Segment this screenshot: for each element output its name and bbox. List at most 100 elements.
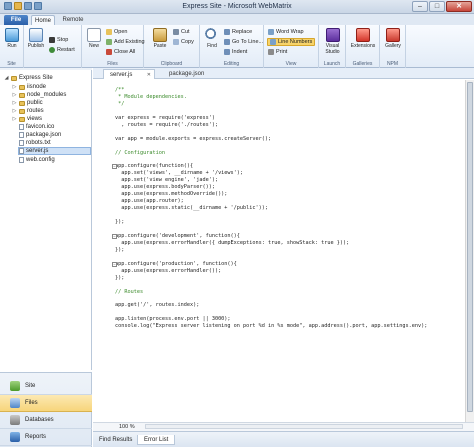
expand-icon[interactable]: ▷: [12, 107, 17, 115]
group-site: Run Site: [0, 25, 24, 68]
close-button[interactable]: ✕: [446, 1, 472, 12]
close-all-button[interactable]: Close All: [106, 48, 135, 56]
tree-item-robots[interactable]: robots.txt: [19, 139, 51, 147]
tree-item-web-config[interactable]: web.config: [19, 156, 55, 164]
extensions-icon: [356, 28, 370, 42]
editor-tab-server-js[interactable]: server.js ✕: [103, 69, 155, 79]
collapse-icon[interactable]: ◢: [4, 74, 9, 82]
paste-button[interactable]: Paste: [150, 28, 170, 49]
tree-item-label: favicon.ico: [26, 124, 55, 130]
group-label-npm: NPM: [386, 61, 399, 67]
scrollbar-thumb[interactable]: [467, 82, 473, 412]
workspace-selector: Site Files Databases Reports: [0, 372, 92, 447]
expand-icon[interactable]: ▷: [12, 115, 17, 123]
files-icon: [10, 398, 20, 408]
group-label-files: Files: [107, 61, 118, 67]
visual-studio-icon: [325, 28, 340, 42]
nav-site-label: Site: [25, 383, 36, 389]
fold-toggle-icon[interactable]: −: [112, 164, 117, 170]
file-tree: ◢ Express Site ▷ iisnode ▷ node_modules …: [0, 70, 92, 370]
npm-gallery-button[interactable]: Gallery: [383, 28, 403, 49]
cut-button[interactable]: Cut: [173, 28, 190, 36]
tree-item-views[interactable]: ▷ views: [12, 115, 42, 123]
tree-root[interactable]: ◢ Express Site: [4, 74, 53, 82]
nav-databases[interactable]: Databases: [0, 412, 92, 429]
indent-label: Indent: [232, 49, 248, 55]
find-label: Find: [207, 43, 217, 49]
file-icon: [19, 148, 24, 154]
extensions-label: Extensions: [350, 43, 376, 49]
goto-line-label: Go To Line...: [232, 39, 264, 45]
tree-item-iisnode[interactable]: ▷ iisnode: [12, 83, 46, 91]
tree-item-label: package.json: [26, 132, 62, 138]
open-folder-icon: [106, 29, 112, 35]
extensions-button[interactable]: Extensions: [349, 28, 377, 49]
print-button[interactable]: Print: [268, 48, 287, 56]
zoom-level[interactable]: 100 %: [119, 424, 135, 430]
expand-icon[interactable]: ▷: [12, 83, 17, 91]
tree-item-label: views: [27, 116, 43, 122]
add-existing-button[interactable]: Add Existing: [106, 38, 145, 46]
stop-button[interactable]: Stop: [49, 36, 68, 44]
paste-label: Paste: [153, 43, 167, 49]
expand-icon[interactable]: ▷: [12, 99, 17, 107]
copy-button[interactable]: Copy: [173, 38, 194, 46]
line-numbers-toggle[interactable]: Line Numbers: [267, 38, 316, 46]
replace-button[interactable]: Replace: [224, 28, 252, 36]
word-wrap-label: Word Wrap: [276, 29, 304, 35]
tree-item-favicon[interactable]: favicon.ico: [19, 123, 54, 131]
reports-icon: [10, 432, 20, 442]
indent-button[interactable]: Indent: [224, 48, 247, 56]
goto-line-icon: [224, 39, 230, 45]
file-icon: [19, 140, 24, 146]
nav-files[interactable]: Files: [0, 395, 92, 412]
scissors-icon: [173, 29, 179, 35]
word-wrap-button[interactable]: Word Wrap: [268, 28, 304, 36]
publish-button[interactable]: Publish: [26, 28, 46, 49]
vertical-scrollbar[interactable]: [465, 80, 474, 422]
paste-icon: [153, 28, 167, 42]
tree-item-node-modules[interactable]: ▷ node_modules: [12, 91, 67, 99]
tab-error-list[interactable]: Error List: [137, 435, 176, 445]
restart-icon: [49, 47, 55, 53]
expand-icon[interactable]: ▷: [12, 91, 17, 99]
find-button[interactable]: Find: [202, 28, 222, 49]
print-icon: [268, 49, 274, 55]
tree-item-server-js[interactable]: server.js: [18, 147, 91, 155]
tree-item-public[interactable]: ▷ public: [12, 99, 43, 107]
code-line: app.use(express.errorHandler({ dumpExcep…: [115, 239, 350, 246]
fold-toggle-icon[interactable]: −: [112, 261, 117, 267]
fold-toggle-icon[interactable]: −: [112, 233, 117, 239]
code-line: , routes = require('./routes');: [115, 121, 219, 128]
code-editor[interactable]: /** * Module dependencies. */ var express…: [93, 80, 465, 422]
editor-tab-package-json[interactable]: package.json: [163, 69, 221, 79]
add-existing-label: Add Existing: [114, 39, 145, 45]
group-clipboard: Paste Cut Copy Clipboard: [144, 25, 200, 68]
code-line: /**: [115, 87, 125, 93]
tab-home[interactable]: Home: [31, 15, 55, 25]
close-tab-icon[interactable]: ✕: [147, 70, 151, 80]
file-icon: [19, 132, 24, 138]
maximize-button[interactable]: □: [429, 1, 445, 12]
restart-button[interactable]: Restart: [49, 46, 75, 54]
goto-line-button[interactable]: Go To Line...: [224, 38, 263, 46]
tree-item-package-json[interactable]: package.json: [19, 131, 61, 139]
nav-site[interactable]: Site: [0, 378, 92, 395]
group-galleries: Extensions Galleries: [346, 25, 380, 68]
code-line: * Module dependencies.: [115, 93, 187, 100]
tree-item-routes[interactable]: ▷ routes: [12, 107, 44, 115]
open-button[interactable]: Open: [106, 28, 127, 36]
new-button[interactable]: New: [84, 28, 104, 49]
minimize-button[interactable]: –: [412, 1, 428, 12]
tab-remote[interactable]: Remote: [58, 15, 88, 25]
horizontal-scrollbar[interactable]: [145, 424, 463, 429]
replace-icon: [224, 29, 230, 35]
tab-file[interactable]: File: [4, 15, 28, 25]
nav-reports[interactable]: Reports: [0, 429, 92, 446]
group-label-launch: Launch: [323, 61, 341, 67]
tree-item-label: node_modules: [27, 92, 67, 98]
tab-find-results[interactable]: Find Results: [93, 435, 138, 445]
run-button[interactable]: Run: [2, 28, 22, 49]
visual-studio-button[interactable]: Visual Studio: [322, 28, 343, 55]
stop-icon: [49, 37, 55, 43]
